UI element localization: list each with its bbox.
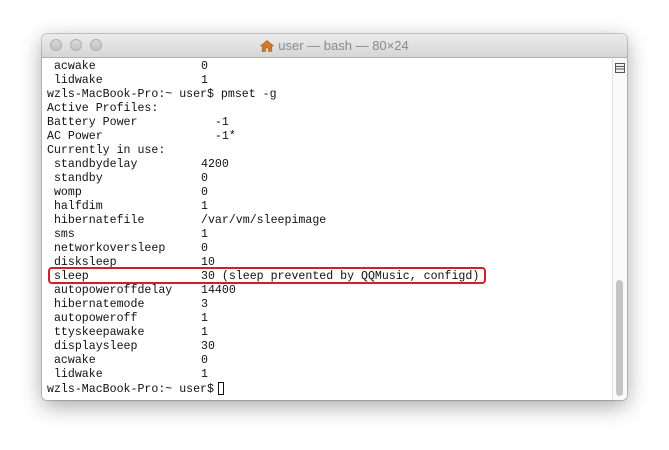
terminal-line-text: wzls-MacBook-Pro:~ user$ pmset -g xyxy=(47,88,277,101)
setting-value: 1 xyxy=(201,368,208,381)
terminal-line: wzls-MacBook-Pro:~ user$ pmset -g xyxy=(47,88,607,102)
sleep-highlight-annotation xyxy=(48,267,486,284)
setting-key: lidwake xyxy=(47,368,103,381)
setting-value: 4200 xyxy=(201,158,229,171)
setting-key: AC Power xyxy=(47,130,103,143)
terminal-line: AC Power -1* xyxy=(47,130,607,144)
setting-key: lidwake xyxy=(47,74,103,87)
setting-value: 1 xyxy=(201,74,208,87)
setting-value: -1 xyxy=(201,116,229,129)
terminal-line: hibernatefile/var/vm/sleepimage xyxy=(47,214,607,228)
terminal-line: autopoweroffdelay 14400 xyxy=(47,284,607,298)
setting-key: acwake xyxy=(47,354,96,367)
setting-value: 1 xyxy=(201,312,208,325)
terminal-line-text: Active Profiles: xyxy=(47,102,159,115)
terminal-line: Active Profiles: xyxy=(47,102,607,116)
terminal-line: networkoversleep 0 xyxy=(47,242,607,256)
setting-key: standbydelay xyxy=(47,158,138,171)
setting-key: Battery Power xyxy=(47,116,138,129)
setting-value: 0 xyxy=(201,242,208,255)
terminal-line: displaysleep 30 xyxy=(47,340,607,354)
terminal-line: lidwake 1 xyxy=(47,74,607,88)
terminal-line: lidwake 1 xyxy=(47,368,607,382)
setting-value: 3 xyxy=(201,298,208,311)
window-title: user — bash — 80×24 xyxy=(278,38,409,53)
setting-value: 1 xyxy=(201,200,208,213)
terminal-line: autopoweroff 1 xyxy=(47,312,607,326)
window-title-container: user — bash — 80×24 xyxy=(42,34,627,57)
setting-value: /var/vm/sleepimage xyxy=(201,214,327,227)
split-pane-icon[interactable] xyxy=(615,60,625,73)
terminal-line: sms 1 xyxy=(47,228,607,242)
title-bar: user — bash — 80×24 xyxy=(42,34,627,58)
setting-key: hibernatemode xyxy=(47,298,145,311)
text-cursor xyxy=(217,382,224,395)
setting-value: -1* xyxy=(201,130,236,143)
setting-value: 30 xyxy=(201,340,215,353)
terminal-line: acwake 0 xyxy=(47,354,607,368)
terminal-line: womp 0 xyxy=(47,186,607,200)
setting-key: hibernatefile xyxy=(47,214,145,227)
setting-key: womp xyxy=(47,186,82,199)
setting-value: 1 xyxy=(201,326,208,339)
setting-value: 14400 xyxy=(201,284,236,297)
setting-value: 0 xyxy=(201,354,208,367)
terminal-line: standbydelay 4200 xyxy=(47,158,607,172)
terminal-line-text: Currently in use: xyxy=(47,144,166,157)
terminal-line: wzls-MacBook-Pro:~ user$ xyxy=(47,382,607,396)
setting-key: sms xyxy=(47,228,75,241)
setting-key: standby xyxy=(47,172,103,185)
setting-key: halfdim xyxy=(47,200,103,213)
terminal-line-text: wzls-MacBook-Pro:~ user$ xyxy=(47,383,214,396)
terminal-line: Currently in use: xyxy=(47,144,607,158)
setting-key: acwake xyxy=(47,60,96,73)
home-icon xyxy=(259,36,275,59)
terminal-line: standby 0 xyxy=(47,172,607,186)
setting-key: displaysleep xyxy=(47,340,138,353)
setting-key: autopoweroffdelay xyxy=(47,284,173,297)
scrollbar-thumb[interactable] xyxy=(616,280,623,396)
terminal-line: acwake 0 xyxy=(47,60,607,74)
setting-key: networkoversleep xyxy=(47,242,166,255)
terminal-line: Battery Power -1 xyxy=(47,116,607,130)
terminal-line: ttyskeepawake 1 xyxy=(47,326,607,340)
setting-value: 1 xyxy=(201,228,208,241)
terminal-line: halfdim 1 xyxy=(47,200,607,214)
setting-value: 0 xyxy=(201,186,208,199)
vertical-scrollbar[interactable] xyxy=(612,58,627,400)
setting-key: ttyskeepawake xyxy=(47,326,145,339)
terminal-window: user — bash — 80×24 acwake 0 lidwake 1 wzls… xyxy=(42,34,627,400)
setting-value: 0 xyxy=(201,60,208,73)
setting-key: autopoweroff xyxy=(47,312,138,325)
terminal-line: hibernatemode 3 xyxy=(47,298,607,312)
setting-value: 0 xyxy=(201,172,208,185)
terminal-output[interactable]: acwake 0 lidwake 1 wzls-MacBook-Pro:~ user$… xyxy=(42,58,613,400)
